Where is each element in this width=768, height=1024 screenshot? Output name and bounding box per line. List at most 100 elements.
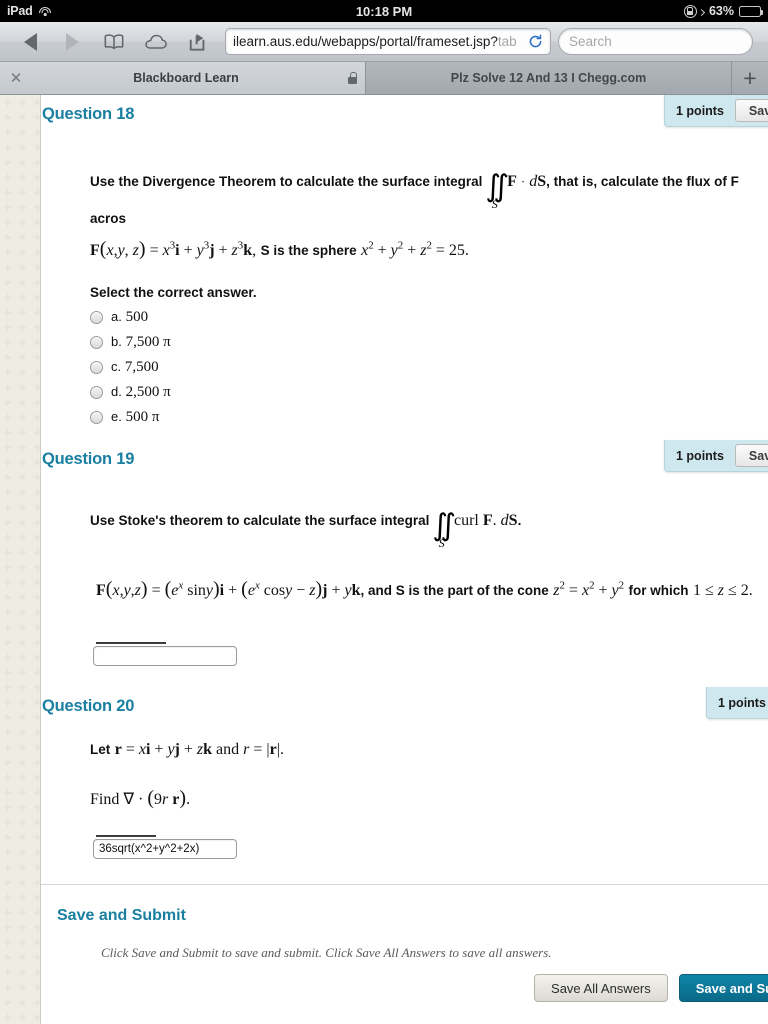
let-label: Let bbox=[90, 742, 111, 757]
question-19-answer-input[interactable] bbox=[93, 646, 237, 666]
radio-e[interactable] bbox=[90, 411, 103, 424]
option-a-label: a. 500 bbox=[111, 309, 149, 325]
new-tab-button[interactable]: + bbox=[732, 62, 768, 94]
question-20-heading: Question 20 bbox=[42, 697, 135, 715]
back-arrow-icon bbox=[23, 32, 37, 51]
tab-bar: ✕ Blackboard Learn Plz Solve 12 And 13 I… bbox=[0, 62, 768, 95]
save-button[interactable]: Save bbox=[734, 444, 768, 467]
points-label: 1 points bbox=[676, 448, 724, 463]
points-label: 1 points bbox=[676, 103, 724, 118]
save-submit-hint: Click Save and Submit to save and submit… bbox=[101, 945, 552, 960]
answer-rule bbox=[96, 835, 156, 837]
share-icon bbox=[189, 33, 205, 51]
save-and-submit-button[interactable]: Save and Sub bbox=[678, 974, 768, 1002]
url-text: ilearn.aus.edu/webapps/portal/frameset.j… bbox=[233, 34, 517, 49]
save-and-submit-section: Save and Submit Click Save and Submit to… bbox=[41, 907, 768, 1002]
formula-mid-text: S is the sphere bbox=[260, 243, 357, 258]
battery-icon bbox=[739, 5, 764, 17]
prompt-text-post: . bbox=[517, 513, 522, 528]
question-19-answer-area bbox=[93, 642, 237, 666]
radio-a[interactable] bbox=[90, 311, 103, 324]
browser-toolbar: ilearn.aus.edu/webapps/portal/frameset.j… bbox=[0, 22, 768, 62]
radio-d[interactable] bbox=[90, 386, 103, 399]
submit-button-row: Save All Answers Save and Sub bbox=[41, 974, 768, 1002]
section-divider bbox=[41, 884, 768, 885]
question-20-answer-input[interactable]: 36sqrt(x^2+y^2+2x) bbox=[93, 839, 237, 859]
icloud-tabs-button[interactable] bbox=[135, 27, 177, 57]
question-19-prompt: Use Stoke's theorem to calculate the sur… bbox=[90, 509, 768, 550]
reload-icon[interactable] bbox=[528, 34, 543, 49]
option-c-label: c. 7,500 bbox=[111, 359, 159, 375]
question-19-heading: Question 19 bbox=[42, 450, 135, 468]
save-submit-heading: Save and Submit bbox=[57, 907, 186, 924]
search-placeholder: Search bbox=[569, 34, 612, 49]
integral-symbol: ∬ bbox=[485, 170, 509, 203]
forward-arrow-icon bbox=[65, 32, 79, 51]
formula-range: 1 ≤ z ≤ 2. bbox=[692, 582, 753, 599]
bookmarks-button[interactable] bbox=[93, 27, 135, 57]
prompt-text-pre: Use the Divergence Theorem to calculate … bbox=[90, 174, 483, 189]
question-18-points-badge: 1 points Save bbox=[664, 95, 768, 127]
question-20-line-1: Let r = xi + yj + zk and r = |r|. bbox=[90, 741, 768, 759]
formula-vector-field: F(x,y, z) = x3i + y3j + z3k, bbox=[90, 238, 257, 260]
page-left-rail bbox=[0, 95, 41, 1024]
bookmarks-book-icon bbox=[104, 33, 124, 49]
radio-c[interactable] bbox=[90, 361, 103, 374]
points-label: 1 points bbox=[718, 695, 766, 710]
double-integral-icon: ∬ S bbox=[485, 170, 509, 211]
save-button[interactable]: Save bbox=[734, 99, 768, 122]
integral-body: F · dS bbox=[507, 173, 547, 190]
option-a[interactable]: a. 500 bbox=[90, 305, 257, 330]
integral-symbol: ∬ bbox=[432, 509, 456, 542]
select-answer-label: Select the correct answer. bbox=[90, 285, 257, 300]
question-20-answer-area: 36sqrt(x^2+y^2+2x) bbox=[93, 835, 237, 859]
tab-title: Blackboard Learn bbox=[133, 71, 239, 85]
double-integral-icon: ∬ S bbox=[432, 509, 456, 550]
formula-mid-text: , and S is the part of the cone bbox=[360, 583, 549, 598]
ios-status-bar: iPad 10:18 PM 63% bbox=[0, 0, 768, 22]
question-18-formula: F(x,y, z) = x3i + y3j + z3k, S is the sp… bbox=[90, 238, 768, 261]
share-button[interactable] bbox=[177, 27, 219, 57]
question-18-heading: Question 18 bbox=[42, 105, 135, 123]
url-and-search-row: ilearn.aus.edu/webapps/portal/frameset.j… bbox=[225, 28, 753, 55]
integral-subscript: S bbox=[491, 197, 498, 211]
option-e-label: e. 500 π bbox=[111, 409, 160, 425]
radio-b[interactable] bbox=[90, 336, 103, 349]
rotation-lock-icon bbox=[683, 4, 697, 18]
find-divergence-expression: Find ∇ · (9r r). bbox=[90, 787, 191, 809]
tab-chegg[interactable]: Plz Solve 12 And 13 I Chegg.com bbox=[366, 62, 732, 94]
icloud-tabs-icon bbox=[145, 34, 167, 49]
rail-pattern bbox=[0, 95, 40, 1024]
forward-button[interactable] bbox=[51, 27, 93, 57]
question-20-points-badge: 1 points bbox=[706, 687, 768, 719]
option-c[interactable]: c. 7,500 bbox=[90, 355, 257, 380]
option-d[interactable]: d. 2,500 π bbox=[90, 380, 257, 405]
option-b[interactable]: b. 7,500 π bbox=[90, 330, 257, 355]
option-d-label: d. 2,500 π bbox=[111, 384, 171, 400]
assessment-content: Question 18 1 points Save Use the Diverg… bbox=[41, 95, 768, 1024]
question-18-answers: Select the correct answer. a. 500 b. 7,5… bbox=[90, 285, 257, 430]
answer-rule bbox=[96, 642, 166, 644]
option-b-label: b. 7,500 π bbox=[111, 334, 171, 350]
formula-cone: z2 = x2 + y2 bbox=[553, 579, 625, 599]
save-all-answers-button[interactable]: Save All Answers bbox=[534, 974, 668, 1002]
formula-tail-text: for which bbox=[628, 583, 689, 598]
integral-subscript: S bbox=[438, 536, 445, 550]
option-e[interactable]: e. 500 π bbox=[90, 405, 257, 430]
definition-r: r = xi + yj + zk and r = |r|. bbox=[114, 741, 284, 758]
question-20-line-2: Find ∇ · (9r r). bbox=[90, 787, 768, 810]
web-page-viewport: Question 18 1 points Save Use the Diverg… bbox=[0, 95, 768, 1024]
close-icon[interactable]: ✕ bbox=[8, 69, 24, 87]
tab-title: Plz Solve 12 And 13 I Chegg.com bbox=[450, 71, 647, 85]
formula-sphere: x2 + y2 + z2 = 25. bbox=[361, 239, 469, 259]
status-bar-clock: 10:18 PM bbox=[355, 3, 413, 19]
address-bar[interactable]: ilearn.aus.edu/webapps/portal/frameset.j… bbox=[225, 28, 551, 55]
question-19-formula: F(x,y,z) = (ex siny)i + (ex cosy − z)j +… bbox=[96, 578, 768, 601]
tab-blackboard-learn[interactable]: ✕ Blackboard Learn bbox=[0, 62, 366, 94]
lock-icon bbox=[348, 72, 358, 84]
back-button[interactable] bbox=[9, 27, 51, 57]
prompt-text-pre: Use Stoke's theorem to calculate the sur… bbox=[90, 513, 430, 528]
question-19-points-badge: 1 points Save bbox=[664, 440, 768, 472]
integral-body: curl F. dS bbox=[454, 512, 518, 529]
search-field[interactable]: Search bbox=[558, 28, 753, 55]
